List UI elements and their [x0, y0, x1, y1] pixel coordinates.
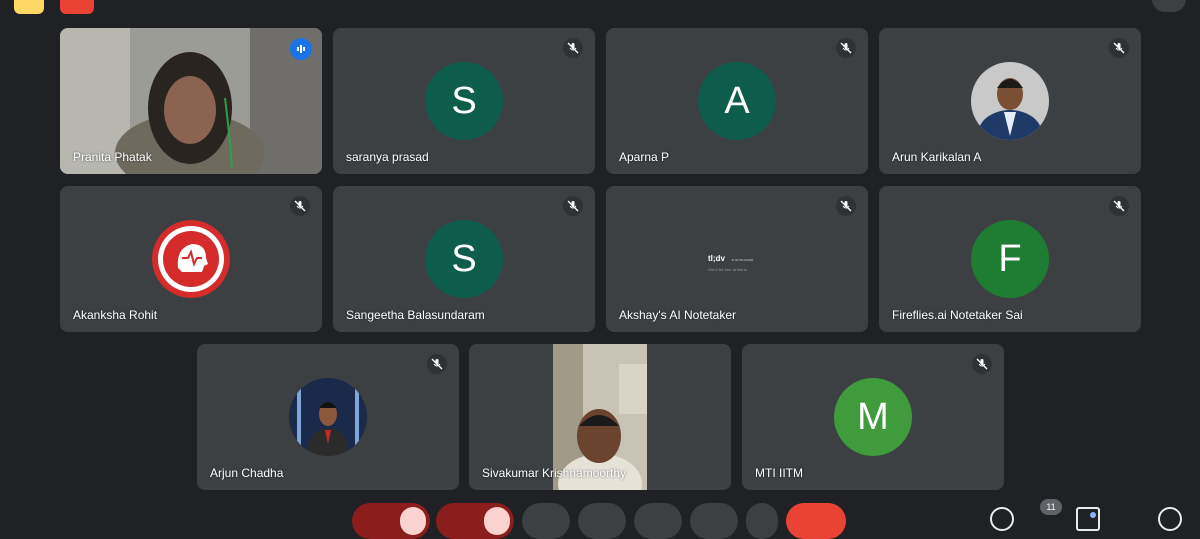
- participant-name: Akshay's AI Notetaker: [619, 308, 737, 322]
- participant-tile-arjun[interactable]: Arjun Chadha: [197, 344, 459, 490]
- mic-off-icon: [400, 507, 426, 535]
- captions-toggle-button[interactable]: [522, 503, 570, 539]
- participant-name: Fireflies.ai Notetaker Sai: [892, 308, 1023, 322]
- avatar: [971, 62, 1049, 140]
- more-options-button[interactable]: [746, 503, 778, 539]
- participant-tile-fireflies[interactable]: F Fireflies.ai Notetaker Sai: [879, 186, 1141, 332]
- avatar: M: [834, 378, 912, 456]
- mic-off-icon: [427, 354, 447, 374]
- participant-tile-arun[interactable]: Arun Karikalan A: [879, 28, 1141, 174]
- avatar: [289, 378, 367, 456]
- tldv-logo: tl;dv AI NOTETAKER Get it for free at tl…: [708, 248, 768, 272]
- participant-name: Sivakumar Krishnamoorthy: [482, 466, 627, 480]
- speaking-indicator-icon: [290, 38, 312, 60]
- participant-name: Sangeetha Balasundaram: [346, 308, 485, 322]
- mic-off-icon: [972, 354, 992, 374]
- participant-name: Aparna P: [619, 150, 670, 164]
- mic-off-icon: [1109, 38, 1129, 58]
- present-button[interactable]: [634, 503, 682, 539]
- participant-name: saranya prasad: [346, 150, 429, 164]
- camera-off-icon: [484, 507, 510, 535]
- avatar: [152, 220, 230, 298]
- participant-name: Akanksha Rohit: [73, 308, 158, 322]
- participant-name: Pranita Phatak: [73, 150, 152, 164]
- participant-tile-sivakumar[interactable]: Sivakumar Krishnamoorthy: [469, 344, 731, 490]
- participant-tile-aparna[interactable]: A Aparna P: [606, 28, 868, 174]
- participant-name: MTI IITM: [755, 466, 803, 480]
- logo-text: tl;dv: [708, 254, 725, 263]
- edit-icon[interactable]: [1152, 0, 1186, 12]
- notification-dot: [1090, 512, 1096, 518]
- raise-hand-button[interactable]: [690, 503, 738, 539]
- participant-count-badge: 11: [1040, 499, 1062, 515]
- captions-button[interactable]: [14, 0, 44, 14]
- participant-tile-akanksha[interactable]: Akanksha Rohit: [60, 186, 322, 332]
- participant-name: Arjun Chadha: [210, 466, 284, 480]
- mic-off-icon: [836, 196, 856, 216]
- record-button[interactable]: [60, 0, 94, 14]
- mic-off-icon: [836, 38, 856, 58]
- avatar: A: [698, 62, 776, 140]
- participant-name: Arun Karikalan A: [892, 150, 982, 164]
- activities-icon[interactable]: [1118, 511, 1138, 531]
- participant-tile-akshay-notetaker[interactable]: tl;dv AI NOTETAKER Get it for free at tl…: [606, 186, 868, 332]
- mic-off-icon: [563, 196, 583, 216]
- chat-icon[interactable]: [1076, 507, 1100, 531]
- mic-off-icon: [290, 196, 310, 216]
- mic-off-icon: [563, 38, 583, 58]
- avatar: F: [971, 220, 1049, 298]
- microphone-button[interactable]: [352, 503, 430, 539]
- participant-tile-saranya[interactable]: S saranya prasad: [333, 28, 595, 174]
- mic-off-icon: [1109, 196, 1129, 216]
- host-controls-icon[interactable]: [1158, 507, 1182, 531]
- camera-button[interactable]: [436, 503, 514, 539]
- logo-tag: AI NOTETAKER: [731, 258, 754, 262]
- participant-tile-pranita[interactable]: Pranita Phatak: [60, 28, 322, 174]
- logo-subtitle: Get it for free at tldv.io: [708, 267, 748, 272]
- emoji-button[interactable]: [578, 503, 626, 539]
- avatar: S: [425, 62, 503, 140]
- participant-tile-sangeetha[interactable]: S Sangeetha Balasundaram: [333, 186, 595, 332]
- avatar: S: [425, 220, 503, 298]
- info-icon[interactable]: [990, 507, 1014, 531]
- end-call-button[interactable]: [786, 503, 846, 539]
- participant-tile-mti-iitm[interactable]: M MTI IITM: [742, 344, 1004, 490]
- people-button[interactable]: 11: [1040, 499, 1064, 515]
